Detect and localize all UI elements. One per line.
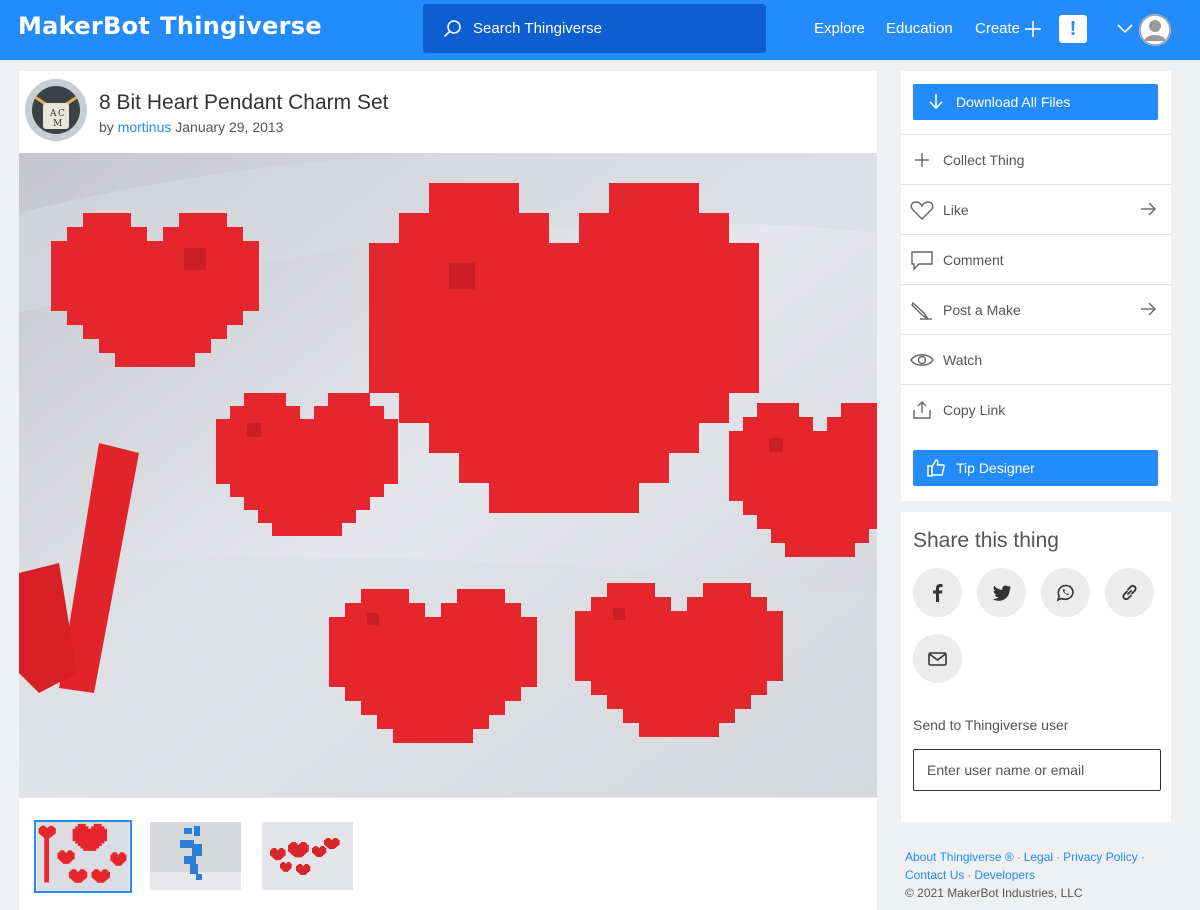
download-arrow-icon [929, 94, 943, 110]
footer-links: About Thingiverse ® · Legal · Privacy Policy… [905, 848, 1195, 902]
download-all-files-button[interactable]: Download All Files [913, 84, 1158, 120]
envelope-icon [928, 652, 947, 666]
thumbs-up-icon [927, 459, 945, 477]
share-twitter-button[interactable] [977, 568, 1026, 617]
watch-row[interactable]: Watch [901, 334, 1171, 384]
publish-date: January 29, 2013 [175, 119, 284, 135]
arrow-right-icon[interactable] [1139, 300, 1157, 318]
footer-developers-link[interactable]: Developers [974, 868, 1035, 882]
nozzle-icon [911, 301, 932, 320]
tip-label: Tip Designer [956, 460, 1035, 476]
by-label: by [99, 119, 114, 135]
footer-line-1: About Thingiverse ® · Legal · Privacy Policy… [905, 850, 1145, 864]
copy-link-label: Copy Link [943, 402, 1006, 418]
whatsapp-icon [1056, 584, 1074, 602]
user-icon [1139, 14, 1171, 46]
footer-contact-link[interactable]: Contact Us [905, 868, 964, 882]
author-link[interactable]: mortinus [118, 119, 172, 135]
share-whatsapp-button[interactable] [1041, 568, 1090, 617]
svg-text:A: A [49, 109, 57, 119]
red-hearts-scatter-thumb [262, 822, 353, 890]
search-icon [444, 20, 461, 37]
download-label: Download All Files [956, 94, 1071, 110]
facebook-icon [933, 584, 943, 602]
post-a-make-label: Post a Make [943, 302, 1021, 318]
footer-copyright: © 2021 MakerBot Industries, LLC [905, 886, 1083, 900]
thing-actions-card: Download All Files Collect Thing Like Co… [901, 71, 1171, 501]
like-row[interactable]: Like [901, 184, 1171, 234]
red-pixel-hearts-photo [19, 153, 877, 797]
link-icon [1122, 584, 1137, 601]
tip-designer-button[interactable]: Tip Designer [913, 450, 1158, 486]
watch-label: Watch [943, 352, 983, 368]
share-email-button[interactable] [913, 634, 962, 683]
svg-text:C: C [58, 109, 65, 119]
thumbnail-3[interactable] [262, 822, 353, 890]
footer-line-2: Contact Us · Developers [905, 868, 1036, 882]
share-upload-icon [913, 401, 931, 419]
logo-brand: MakerBot [18, 12, 151, 40]
send-to-user-input[interactable] [913, 749, 1161, 791]
comment-row[interactable]: Comment [901, 234, 1171, 284]
share-title: Share this thing [913, 529, 1059, 552]
thumbnail-strip [19, 797, 877, 910]
top-nav-bar: MakerBot Thingiverse Search Thingiverse E… [0, 0, 1200, 60]
author-avatar[interactable]: A C M [25, 79, 87, 141]
search-box[interactable]: Search Thingiverse [423, 4, 766, 53]
makerbot-thingiverse-logo[interactable]: MakerBot Thingiverse [18, 12, 322, 40]
thumbnail-2[interactable] [150, 822, 241, 890]
share-facebook-button[interactable] [913, 568, 962, 617]
footer-about-link[interactable]: About Thingiverse ® [905, 850, 1014, 864]
svg-text:M: M [53, 119, 62, 129]
heart-outline-icon [910, 201, 934, 220]
twitter-icon [992, 585, 1011, 601]
collect-label: Collect Thing [943, 152, 1025, 168]
share-card: Share this thing Send to Thingiverse use… [901, 512, 1171, 822]
collect-thing-row[interactable]: Collect Thing [901, 134, 1171, 184]
search-placeholder: Search Thingiverse [473, 20, 602, 37]
comment-label: Comment [943, 252, 1004, 268]
thing-byline: by mortinus January 29, 2013 [99, 119, 283, 135]
red-hearts-thumb [36, 822, 130, 891]
nav-create[interactable]: Create [975, 20, 1020, 37]
plus-icon [915, 153, 929, 167]
user-avatar[interactable] [1139, 14, 1171, 46]
nav-education[interactable]: Education [886, 20, 953, 37]
author-badge-icon: A C M [25, 79, 87, 141]
thing-main-card: A C M 8 Bit Heart Pendant Charm Set by m… [19, 71, 877, 910]
thing-title: 8 Bit Heart Pendant Charm Set [99, 91, 389, 114]
share-link-button[interactable] [1105, 568, 1154, 617]
copy-link-row[interactable]: Copy Link [901, 384, 1171, 434]
plus-icon[interactable] [1024, 18, 1042, 40]
logo-product: Thingiverse [160, 12, 322, 40]
comment-icon [911, 251, 933, 271]
arrow-right-icon[interactable] [1139, 200, 1157, 218]
like-label: Like [943, 202, 969, 218]
footer-legal-link[interactable]: Legal [1024, 850, 1053, 864]
alert-button[interactable]: ! [1059, 15, 1087, 43]
chevron-down-icon[interactable] [1116, 22, 1134, 36]
main-photo[interactable] [19, 153, 877, 797]
nav-explore[interactable]: Explore [814, 20, 865, 37]
send-to-user-label: Send to Thingiverse user [913, 717, 1069, 733]
post-a-make-row[interactable]: Post a Make [901, 284, 1171, 334]
blue-parts-thumb [150, 822, 241, 890]
eye-icon [910, 354, 934, 366]
footer-privacy-link[interactable]: Privacy Policy [1063, 850, 1138, 864]
thumbnail-1[interactable] [34, 820, 132, 893]
